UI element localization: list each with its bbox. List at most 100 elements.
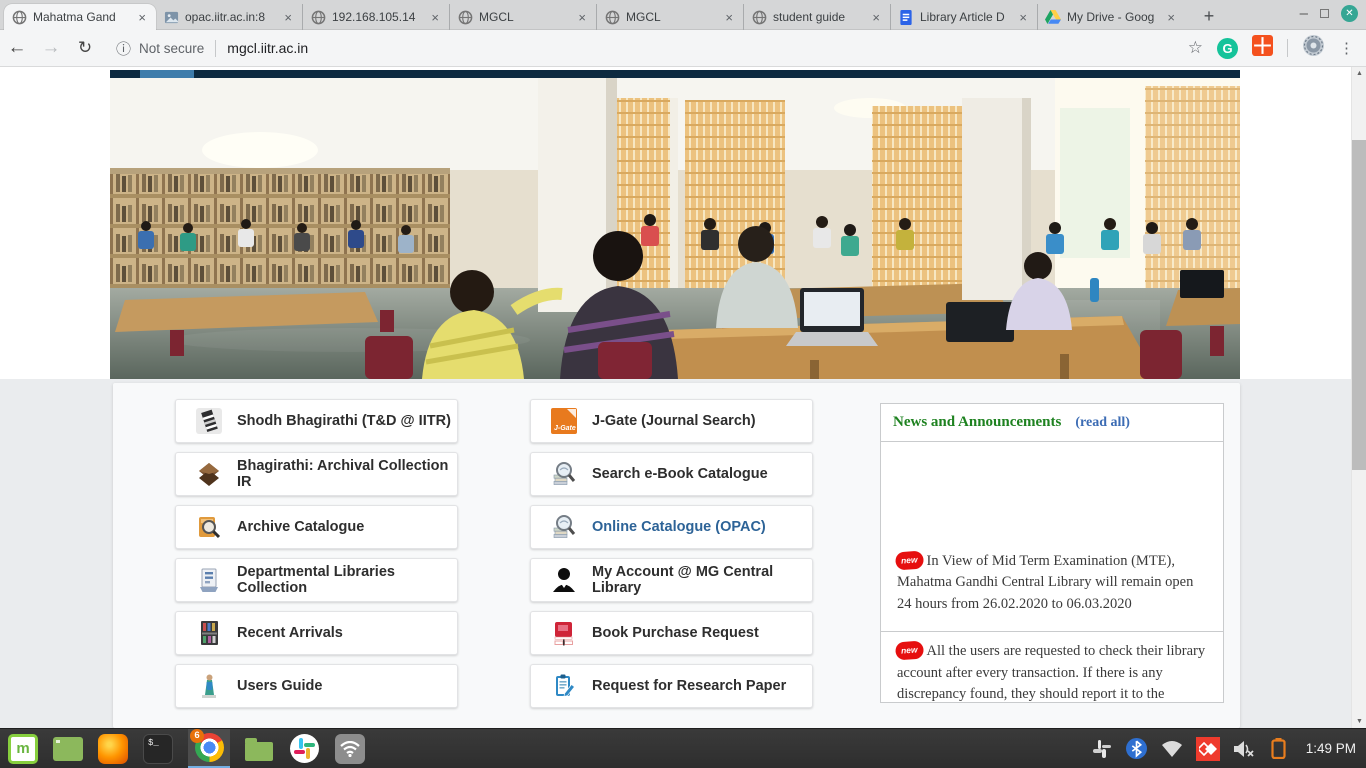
site-nav-active-item[interactable] (140, 70, 194, 78)
tab-title: 192.168.105.14 (332, 10, 422, 24)
back-button[interactable]: ← (0, 37, 34, 59)
tab-mahatma-gandhi[interactable]: Mahatma Gand × (4, 4, 156, 30)
wifi-tray-icon[interactable] (1161, 738, 1183, 760)
taskbar-clock[interactable]: 1:49 PM (1306, 741, 1356, 756)
link-label: Users Guide (237, 678, 322, 694)
globe-favicon-icon (604, 9, 620, 25)
link-users-guide[interactable]: Users Guide (175, 664, 458, 708)
new-badge: new (897, 552, 922, 568)
link-label: Bhagirathi: Archival Collection IR (237, 458, 457, 490)
address-bar[interactable]: ⓘ Not secure mgcl.iitr.ac.in (116, 38, 1188, 59)
tab-student-guide[interactable]: student guide × (744, 4, 891, 30)
link-label: Departmental Libraries Collection (237, 564, 457, 596)
book-search-icon (551, 461, 577, 487)
file-manager-launcher[interactable] (245, 734, 275, 764)
terminal-launcher[interactable]: $_ (143, 734, 173, 764)
firefox-launcher[interactable] (98, 734, 128, 764)
tab-my-drive[interactable]: My Drive - Goog × (1038, 4, 1185, 30)
page-scrollbar[interactable]: ▲ ▼ (1351, 67, 1366, 728)
picture-favicon-icon (163, 9, 179, 25)
tab-mgcl-1[interactable]: MGCL × (450, 4, 597, 30)
link-departmental-libraries[interactable]: Departmental Libraries Collection (175, 558, 458, 602)
chrome-window-count-badge: 6 (190, 729, 204, 743)
scroll-down-arrow-icon[interactable]: ▼ (1352, 718, 1366, 725)
chrome-menu-icon[interactable]: ⋮ (1339, 39, 1354, 57)
taskbar: m $_ 6 1:49 PM (0, 728, 1366, 768)
tab-close-icon[interactable]: × (722, 10, 736, 25)
new-tab-button[interactable]: + (1195, 4, 1223, 30)
new-badge: new (897, 642, 922, 658)
tab-ip-address[interactable]: 192.168.105.14 × (303, 4, 450, 30)
tab-close-icon[interactable]: × (575, 10, 589, 25)
browser-toolbar: ← → ↻ ⓘ Not secure mgcl.iitr.ac.in ☆ G ⋮ (0, 30, 1366, 67)
link-label: My Account @ MG Central Library (592, 564, 812, 596)
guide-figure-icon (196, 673, 222, 699)
read-all-link[interactable]: (read all) (1075, 415, 1130, 431)
link-label: Online Catalogue (OPAC) (592, 519, 766, 535)
link-label: Shodh Bhagirathi (T&D @ IITR) (237, 413, 451, 429)
tab-mgcl-2[interactable]: MGCL × (597, 4, 744, 30)
news-item-text: In View of Mid Term Examination (MTE), M… (897, 553, 1193, 612)
link-recent-arrivals[interactable]: Recent Arrivals (175, 611, 458, 655)
slack-tray-icon[interactable] (1091, 738, 1113, 760)
network-tool-launcher[interactable] (335, 734, 365, 764)
page-info-icon[interactable]: ⓘ (116, 38, 131, 59)
reload-button[interactable]: ↻ (68, 38, 102, 58)
grid-extension-icon[interactable] (1252, 35, 1273, 61)
link-jgate[interactable]: J-Gate J-Gate (Journal Search) (530, 399, 813, 443)
bluetooth-tray-icon[interactable] (1126, 738, 1148, 760)
tab-close-icon[interactable]: × (1016, 10, 1030, 25)
window-minimize-button[interactable]: – (1300, 9, 1308, 19)
link-book-purchase[interactable]: Book Purchase Request (530, 611, 813, 655)
show-desktop-button[interactable] (53, 734, 83, 764)
link-shodh-bhagirathi[interactable]: Shodh Bhagirathi (T&D @ IITR) (175, 399, 458, 443)
tab-title: My Drive - Goog (1067, 10, 1158, 24)
news-panel-title: News and Announcements (893, 414, 1061, 431)
link-label: Archive Catalogue (237, 519, 364, 535)
tab-close-icon[interactable]: × (428, 10, 442, 25)
window-restore-button[interactable] (1320, 9, 1329, 18)
scrollbar-thumb[interactable] (1352, 140, 1366, 470)
link-label: J-Gate (Journal Search) (592, 413, 756, 429)
slack-launcher[interactable] (290, 734, 320, 764)
volume-muted-tray-icon[interactable] (1233, 738, 1255, 760)
window-close-button[interactable]: ✕ (1341, 5, 1358, 22)
battery-tray-icon[interactable] (1268, 738, 1290, 760)
url-text[interactable]: mgcl.iitr.ac.in (227, 40, 308, 56)
link-opac[interactable]: Online Catalogue (OPAC) (530, 505, 813, 549)
link-archival-collection[interactable]: Bhagirathi: Archival Collection IR (175, 452, 458, 496)
tab-close-icon[interactable]: × (281, 10, 295, 25)
department-kiosk-icon (196, 567, 222, 593)
tab-library-article[interactable]: Library Article D × (891, 4, 1038, 30)
link-ebook-catalogue[interactable]: Search e-Book Catalogue (530, 452, 813, 496)
bookshelf-icon (196, 620, 222, 646)
tab-close-icon[interactable]: × (869, 10, 883, 25)
grammarly-extension-icon[interactable]: G (1217, 38, 1238, 59)
link-label: Book Purchase Request (592, 625, 759, 641)
desktop-icon (53, 737, 83, 761)
tab-title: Library Article D (920, 10, 1010, 24)
forward-button[interactable]: → (34, 37, 68, 59)
tab-opac[interactable]: opac.iitr.ac.in:8 × (156, 4, 303, 30)
firefox-icon (98, 734, 128, 764)
bookmark-star-icon[interactable]: ☆ (1188, 38, 1203, 58)
profile-avatar[interactable] (1302, 34, 1325, 62)
omnibox-divider (215, 40, 216, 57)
svg-text:J-Gate: J-Gate (554, 425, 576, 432)
tab-title: Mahatma Gand (33, 10, 129, 24)
page-viewport: Shodh Bhagirathi (T&D @ IITR) Bhagirathi… (0, 67, 1366, 728)
news-item-text: All the users are requested to check the… (897, 643, 1205, 702)
scroll-up-arrow-icon[interactable]: ▲ (1352, 70, 1366, 77)
tab-title: opac.iitr.ac.in:8 (185, 10, 275, 24)
archival-book-icon (196, 461, 222, 487)
tab-close-icon[interactable]: × (1164, 10, 1178, 25)
link-my-account[interactable]: My Account @ MG Central Library (530, 558, 813, 602)
chrome-taskbar-item[interactable]: 6 (188, 729, 230, 768)
mint-menu-button[interactable]: m (8, 734, 38, 764)
link-archive-catalogue[interactable]: Archive Catalogue (175, 505, 458, 549)
site-nav-bar (110, 70, 1240, 78)
anydesk-tray-icon[interactable] (1196, 737, 1220, 761)
folder-icon (245, 742, 273, 761)
tab-close-icon[interactable]: × (135, 10, 149, 25)
link-research-paper[interactable]: Request for Research Paper (530, 664, 813, 708)
